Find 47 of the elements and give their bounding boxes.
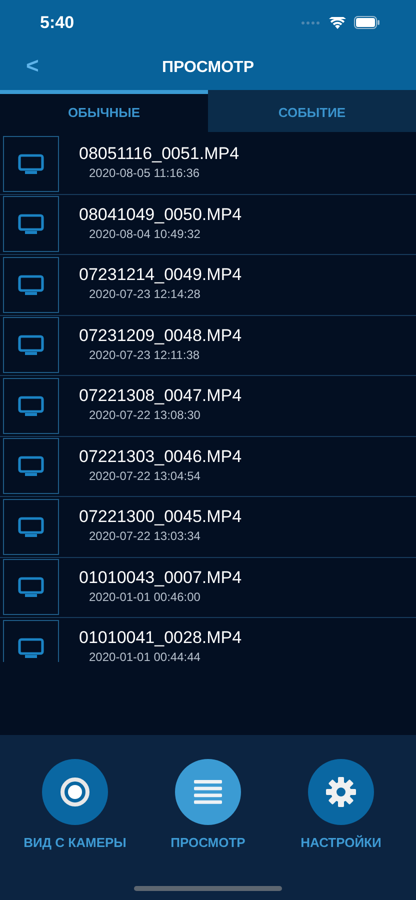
file-name[interactable]: 08041049_0050.MP4 (79, 206, 242, 225)
monitor-icon (18, 638, 44, 658)
monitor-icon (18, 456, 44, 476)
nav-button[interactable]: ВИД С КАМЕРЫ (10, 759, 140, 900)
page-title: ПРОСМОТР (162, 58, 254, 78)
file-name[interactable]: 01010041_0028.MP4 (79, 629, 242, 648)
file-name[interactable]: 07231214_0049.MP4 (79, 266, 242, 286)
thumbnail-frame[interactable] (3, 498, 59, 555)
file-date: 2020-01-01 00:44:44 (89, 649, 202, 662)
tab[interactable]: СОБЫТИЕ (208, 90, 416, 132)
monitor-icon (18, 335, 44, 356)
monitor-icon (18, 274, 44, 295)
file-date: 2020-07-23 12:11:38 (89, 346, 201, 364)
file-date: 2020-07-22 13:04:54 (89, 468, 202, 485)
signal-icon (301, 20, 321, 24)
settings-icon (325, 776, 357, 808)
thumbnail-frame[interactable] (3, 378, 59, 434)
file-date: 2020-08-04 10:49:32 (89, 226, 202, 243)
file-date: 2020-01-01 00:46:00 (89, 588, 202, 606)
thumbnail-frame[interactable] (3, 196, 59, 252)
file-name[interactable]: 07221300_0045.MP4 (79, 508, 242, 528)
thumbnail-frame[interactable] (3, 256, 59, 313)
thumbnail-frame[interactable] (3, 317, 59, 374)
file-name[interactable]: 08051116_0051.MP4 (79, 145, 240, 164)
nav-button[interactable]: НАСТРОЙКИ (276, 759, 406, 900)
record-icon (60, 777, 90, 807)
monitor-icon (18, 214, 44, 234)
file-name[interactable]: 07221303_0046.MP4 (79, 448, 242, 467)
file-date: 2020-08-05 11:16:36 (89, 165, 201, 182)
monitor-icon (18, 154, 44, 174)
thumbnail-frame[interactable] (3, 136, 59, 192)
file-name[interactable]: 01010043_0007.MP4 (79, 568, 242, 588)
wifi-icon (329, 16, 346, 28)
monitor-icon (18, 577, 44, 598)
thumbnail-frame[interactable] (3, 620, 59, 662)
file-date: 2020-07-23 12:14:28 (89, 286, 202, 304)
thumbnail-frame[interactable] (3, 438, 59, 494)
file-date: 2020-07-22 13:03:34 (89, 528, 202, 546)
monitor-icon (18, 396, 44, 416)
file-date: 2020-07-22 13:08:30 (89, 407, 202, 424)
menu-icon (194, 780, 222, 804)
monitor-icon (18, 516, 44, 537)
thumbnail-frame[interactable] (3, 559, 59, 616)
file-name[interactable]: 07231209_0048.MP4 (79, 326, 242, 346)
file-name[interactable]: 07221308_0047.MP4 (79, 387, 242, 406)
battery-icon (354, 16, 380, 29)
clock: 5:40 (40, 12, 74, 34)
